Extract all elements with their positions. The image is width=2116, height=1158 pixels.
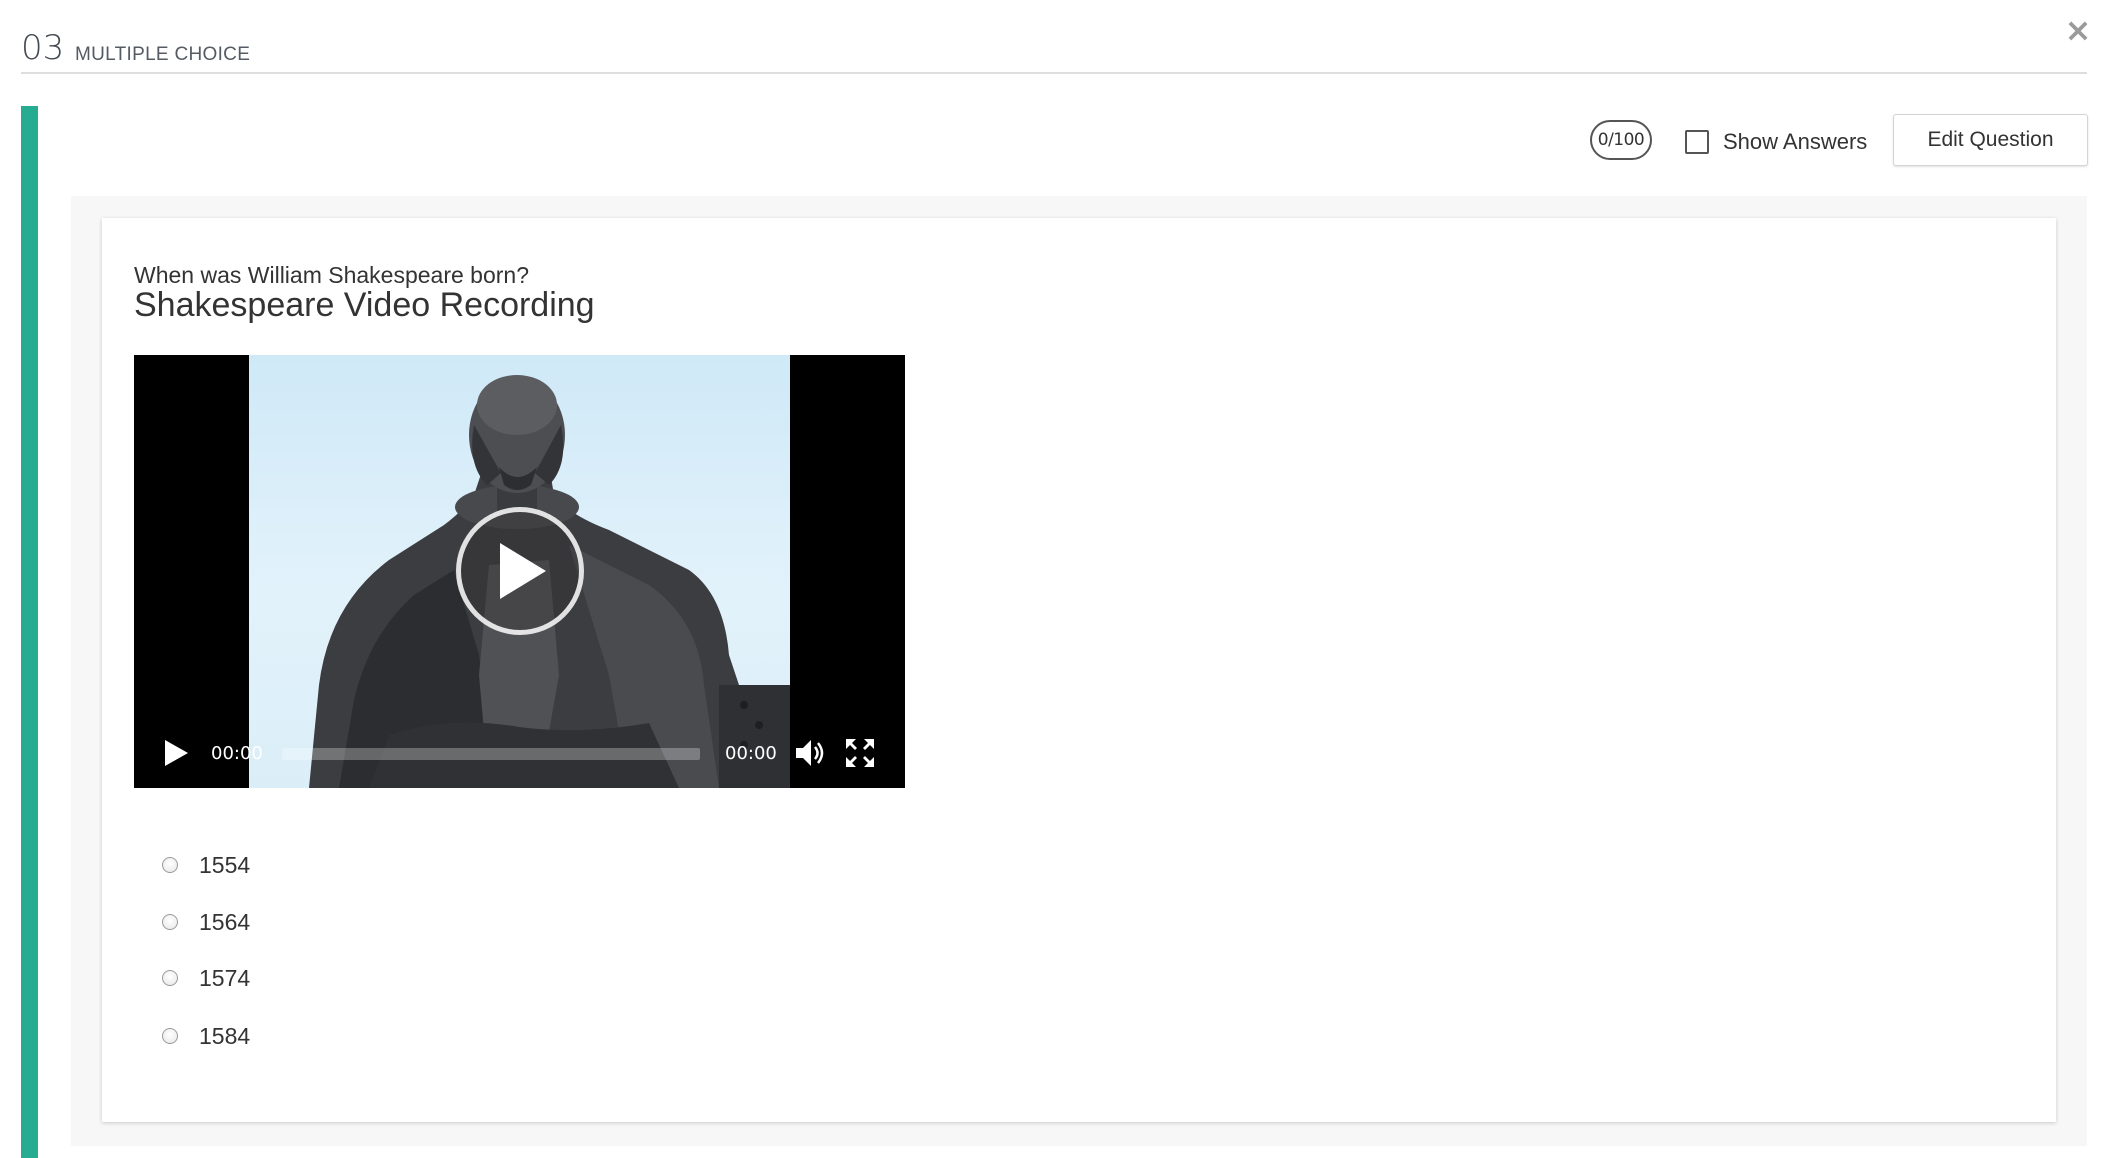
show-answers-label: Show Answers (1723, 129, 1868, 154)
question-editor-page: 03 MULTIPLE CHOICE × 0/100 Show Answers … (0, 0, 2116, 1158)
show-answers-toggle[interactable]: Show Answers (1685, 127, 1867, 157)
answer-option[interactable]: 1574 (162, 963, 250, 993)
current-time: 00:00 (211, 743, 263, 764)
answer-radio[interactable] (162, 857, 178, 873)
header-divider (21, 72, 2087, 74)
answer-label: 1554 (199, 851, 251, 878)
duration-time: 00:00 (725, 743, 777, 764)
answer-option[interactable]: 1584 (162, 1021, 250, 1051)
big-play-button[interactable] (456, 507, 584, 635)
volume-icon[interactable] (793, 736, 827, 770)
question-title: Shakespeare Video Recording (134, 286, 595, 324)
fullscreen-icon[interactable] (844, 737, 876, 769)
answer-radio[interactable] (162, 914, 178, 930)
progress-bar[interactable] (282, 748, 700, 760)
video-player[interactable]: 00:00 00:00 (134, 355, 905, 788)
question-prompt: When was William Shakespeare born? (134, 262, 530, 288)
play-icon (500, 543, 546, 599)
answer-option[interactable]: 1564 (162, 907, 250, 937)
close-icon[interactable]: × (2062, 11, 2094, 49)
question-number: 03 (21, 28, 65, 68)
video-controls: 00:00 00:00 (134, 718, 905, 788)
answer-label: 1574 (199, 964, 251, 991)
answer-radio[interactable] (162, 970, 178, 986)
accent-bar (21, 106, 38, 1158)
show-answers-checkbox[interactable] (1685, 130, 1709, 154)
answer-radio[interactable] (162, 1028, 178, 1044)
answer-label: 1584 (199, 1022, 251, 1049)
play-icon[interactable] (162, 738, 190, 768)
answer-option[interactable]: 1554 (162, 850, 250, 880)
question-type: MULTIPLE CHOICE (75, 44, 251, 65)
edit-question-button[interactable]: Edit Question (1893, 114, 2088, 166)
points-badge: 0/100 (1590, 120, 1652, 160)
answer-label: 1564 (199, 908, 251, 935)
